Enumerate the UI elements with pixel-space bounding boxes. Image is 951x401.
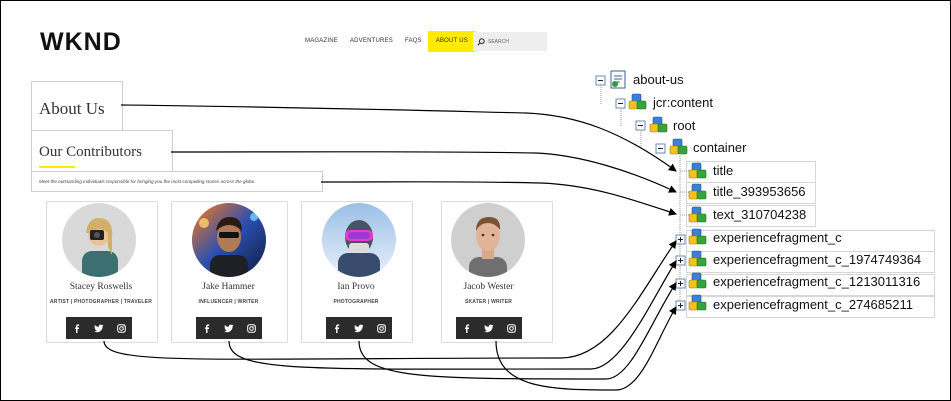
arrow-title-393953656 (170, 151, 677, 193)
arrow-experiencefragment-4 (495, 306, 677, 391)
arrow-experiencefragment-1 (103, 240, 677, 360)
mapping-arrows (103, 104, 677, 391)
arrow-text-310704238 (320, 181, 677, 216)
arrow-experiencefragment-3 (358, 282, 677, 380)
diagram-canvas: WKND MAGAZINE ADVENTURES FAQS ABOUT US S… (0, 0, 951, 401)
arrow-experiencefragment-2 (228, 260, 677, 370)
